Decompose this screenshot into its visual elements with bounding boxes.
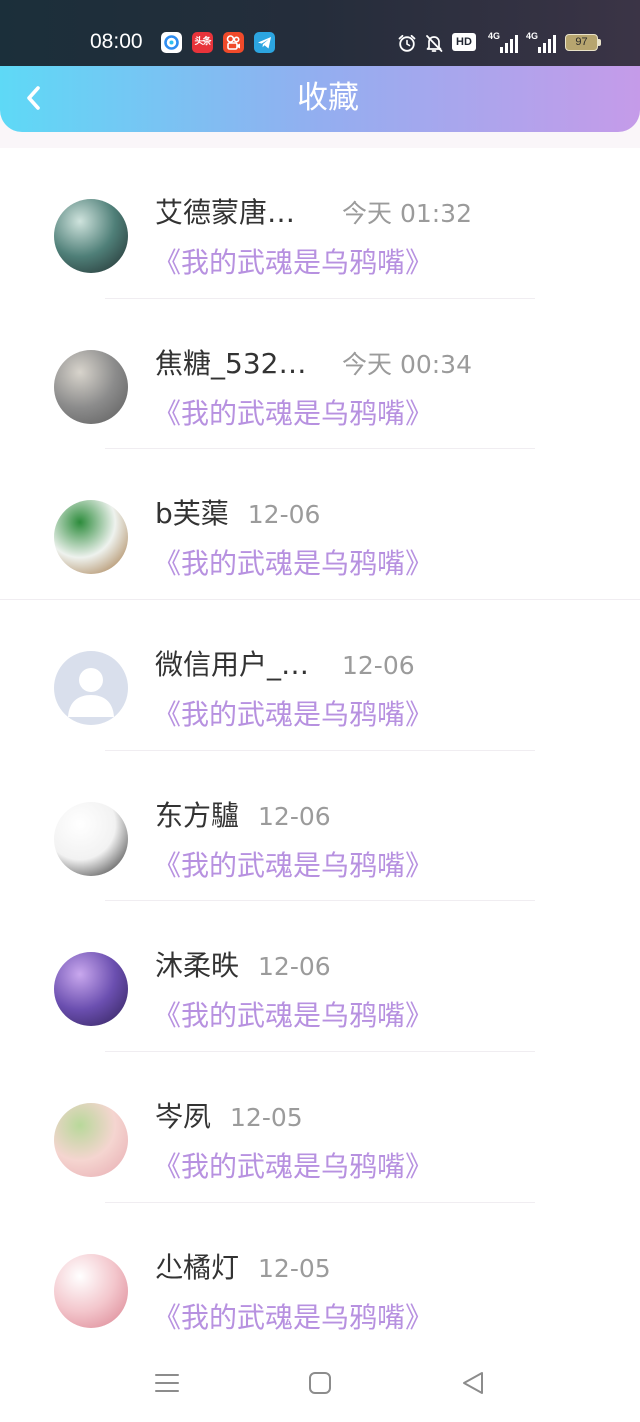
name-line: 艾德蒙唐… 今天 01:32	[155, 195, 472, 231]
favorite-item[interactable]: 东方驢 12-06 《我的武魂是乌鸦嘴》	[0, 751, 640, 902]
book-title: 《我的武魂是乌鸦嘴》	[153, 1150, 434, 1184]
name-line: 尐橘灯 12-05	[155, 1250, 331, 1286]
system-nav-bar	[0, 1352, 640, 1422]
hd-voice-badge: HD	[452, 33, 476, 51]
telegram-app-icon	[254, 32, 275, 53]
toutiao-app-icon: 头条	[192, 32, 213, 53]
favorite-time: 12-06	[258, 952, 331, 982]
favorite-time: 12-06	[342, 651, 415, 681]
triangle-back-icon[interactable]	[460, 1370, 486, 1396]
user-avatar[interactable]	[54, 199, 128, 273]
square-home-icon[interactable]	[307, 1370, 333, 1396]
kuaishou-app-icon	[223, 32, 244, 53]
sim1-signal-icon: 4G	[488, 31, 519, 53]
name-line: 焦糖_532… 今天 00:34	[155, 346, 472, 382]
bell-off-icon	[423, 32, 445, 54]
favorite-item[interactable]: 沐柔昳 12-06 《我的武魂是乌鸦嘴》	[0, 901, 640, 1052]
page-header: 收藏	[0, 64, 640, 132]
alarm-clock-icon	[396, 32, 418, 54]
book-title: 《我的武魂是乌鸦嘴》	[153, 547, 434, 581]
name-line: b芙蕖 12-06	[155, 496, 320, 532]
favorite-item[interactable]: 尐橘灯 12-05 《我的武魂是乌鸦嘴》	[0, 1203, 640, 1354]
favorite-time: 今天 00:34	[342, 349, 472, 379]
menu-icon[interactable]	[154, 1370, 180, 1396]
book-title: 《我的武魂是乌鸦嘴》	[153, 246, 434, 279]
user-avatar[interactable]	[54, 349, 128, 424]
book-title: 《我的武魂是乌鸦嘴》	[153, 698, 434, 732]
name-line: 微信用户_… 12-06	[155, 647, 415, 683]
favorites-screen: 08:00 头条 HD 4G 4G 97 收藏 艾德蒙唐… 今天 01:32 《…	[0, 0, 640, 1422]
favorite-time: 12-05	[258, 1253, 331, 1283]
book-title: 《我的武魂是乌鸦嘴》	[153, 848, 434, 882]
favorite-time: 今天 01:32	[342, 199, 472, 228]
status-time: 08:00	[90, 30, 143, 53]
user-name: b芙蕖	[155, 497, 229, 531]
back-button[interactable]	[18, 78, 50, 118]
user-name: 焦糖_532…	[155, 346, 307, 380]
user-name: 岑夙	[155, 1100, 212, 1134]
user-avatar[interactable]	[54, 952, 128, 1027]
status-bar: 08:00 头条 HD 4G 4G 97	[0, 0, 640, 66]
name-line: 岑夙 12-05	[155, 1099, 303, 1135]
favorite-item[interactable]: 岑夙 12-05 《我的武魂是乌鸦嘴》	[0, 1052, 640, 1203]
book-title: 《我的武魂是乌鸦嘴》	[153, 1300, 434, 1334]
battery-icon: 97	[565, 34, 598, 51]
toutiao-app-label: 头条	[194, 37, 211, 47]
favorite-item[interactable]: 艾德蒙唐… 今天 01:32 《我的武魂是乌鸦嘴》	[0, 148, 640, 299]
user-name: 沐柔昳	[155, 949, 240, 983]
favorite-item[interactable]: 焦糖_532… 今天 00:34 《我的武魂是乌鸦嘴》	[0, 299, 640, 450]
battery-nub	[598, 39, 601, 46]
user-avatar[interactable]	[54, 1103, 128, 1178]
book-title: 《我的武魂是乌鸦嘴》	[153, 396, 434, 430]
favorite-item[interactable]: b芙蕖 12-06 《我的武魂是乌鸦嘴》	[0, 449, 640, 600]
default-avatar-icon	[68, 668, 114, 718]
user-name: 尐橘灯	[155, 1250, 240, 1284]
favorite-time: 12-05	[230, 1103, 303, 1133]
name-line: 东方驢 12-06	[155, 798, 331, 834]
user-avatar[interactable]	[54, 1253, 128, 1328]
name-line: 沐柔昳 12-06	[155, 948, 331, 984]
chevron-left-icon	[27, 86, 40, 110]
favorite-time: 12-06	[258, 801, 331, 831]
user-name: 微信用户_…	[155, 648, 310, 682]
user-name: 艾德蒙唐…	[155, 196, 296, 229]
page-title: 收藏	[297, 80, 359, 116]
favorites-list: 艾德蒙唐… 今天 01:32 《我的武魂是乌鸦嘴》 焦糖_532… 今天 00:34…	[0, 148, 640, 1354]
favorite-time: 12-06	[247, 500, 321, 530]
sim2-signal-icon: 4G	[526, 31, 557, 53]
book-title: 《我的武魂是乌鸦嘴》	[153, 999, 434, 1033]
user-avatar[interactable]	[54, 500, 128, 575]
user-avatar[interactable]	[54, 801, 128, 876]
browser-app-icon	[161, 32, 182, 53]
favorite-item[interactable]: 微信用户_… 12-06 《我的武魂是乌鸦嘴》	[0, 600, 640, 751]
user-avatar[interactable]	[54, 651, 128, 726]
user-name: 东方驢	[155, 798, 240, 832]
